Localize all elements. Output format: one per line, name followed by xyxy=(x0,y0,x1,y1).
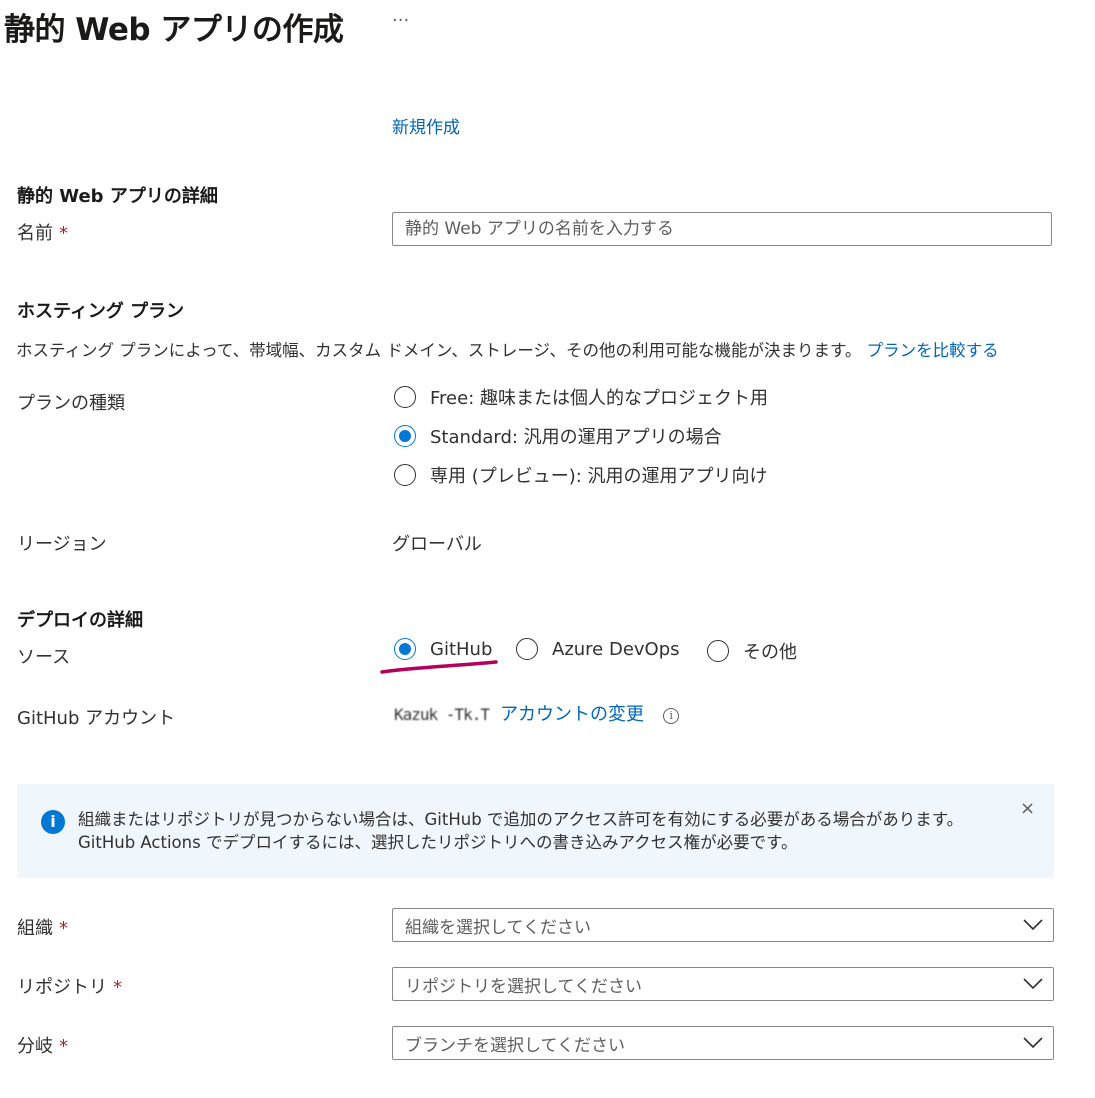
hosting-heading: ホスティング プラン xyxy=(17,301,185,322)
underline-annotation xyxy=(380,660,498,674)
required-mark: * xyxy=(59,1036,68,1057)
source-option-azure-devops[interactable]: Azure DevOps xyxy=(516,638,680,660)
more-options-button[interactable]: ··· xyxy=(392,10,409,31)
info-circle-icon[interactable]: i xyxy=(663,707,680,724)
org-label-text: 組織 xyxy=(17,918,53,939)
change-account-link[interactable]: アカウントの変更 xyxy=(500,704,644,725)
info-banner-text: 組織またはリポジトリが見つからない場合は、GitHub で追加のアクセス許可を有… xyxy=(78,810,964,852)
info-banner: i 組織またはリポジトリが見つからない場合は、GitHub で追加のアクセス許可… xyxy=(17,784,1054,878)
name-input[interactable] xyxy=(392,212,1052,246)
chevron-down-icon xyxy=(1023,978,1043,990)
github-account-label: GitHub アカウント xyxy=(17,708,176,729)
chevron-down-icon xyxy=(1023,919,1043,931)
github-account-row: Kazuk -Tk.T アカウントの変更 i xyxy=(394,700,680,726)
region-value: グローバル xyxy=(392,534,482,555)
branch-dropdown[interactable]: ブランチを選択してください xyxy=(392,1026,1054,1060)
hosting-description-text: ホスティング プランによって、帯域幅、カスタム ドメイン、ストレージ、その他の利… xyxy=(16,341,862,360)
plan-option-label: Standard: 汎用の運用アプリの場合 xyxy=(430,427,722,448)
close-icon[interactable]: × xyxy=(1020,798,1035,819)
radio-standard[interactable] xyxy=(394,425,416,447)
source-label: ソース xyxy=(17,647,71,668)
page-title: 静的 Web アプリの作成 xyxy=(4,12,344,48)
plan-option-label: Free: 趣味または個人的なプロジェクト用 xyxy=(430,388,768,409)
create-new-link[interactable]: 新規作成 xyxy=(392,113,460,138)
repo-label-text: リポジトリ xyxy=(17,977,107,998)
required-mark: * xyxy=(113,977,122,998)
radio-azure-devops[interactable] xyxy=(516,638,538,660)
plan-option-free[interactable]: Free: 趣味または個人的なプロジェクト用 xyxy=(394,384,768,410)
plan-option-dedicated[interactable]: 専用 (プレビュー): 汎用の運用アプリ向け xyxy=(394,462,768,488)
plan-option-label: 専用 (プレビュー): 汎用の運用アプリ向け xyxy=(430,466,768,487)
source-option-label: Azure DevOps xyxy=(552,638,680,660)
repo-placeholder: リポジトリを選択してください xyxy=(405,976,642,997)
org-label: 組織 * xyxy=(17,914,68,940)
source-option-label: その他 xyxy=(743,642,797,663)
plan-type-label: プランの種類 xyxy=(17,393,125,414)
deploy-heading: デプロイの詳細 xyxy=(17,610,143,631)
radio-other[interactable] xyxy=(707,640,729,662)
org-dropdown[interactable]: 組織を選択してください xyxy=(392,908,1054,942)
repo-dropdown[interactable]: リポジトリを選択してください xyxy=(392,967,1054,1001)
source-option-other[interactable]: その他 xyxy=(707,638,797,664)
plan-option-standard[interactable]: Standard: 汎用の運用アプリの場合 xyxy=(394,423,722,449)
compare-plans-link[interactable]: プランを比較する xyxy=(867,341,999,360)
required-mark: * xyxy=(59,223,68,244)
branch-label-text: 分岐 xyxy=(17,1036,53,1057)
repo-label: リポジトリ * xyxy=(17,973,122,999)
github-account-name: Kazuk -Tk.T xyxy=(394,705,490,724)
required-mark: * xyxy=(59,918,68,939)
info-icon: i xyxy=(41,810,65,834)
name-label-text: 名前 xyxy=(17,223,53,244)
radio-free[interactable] xyxy=(394,386,416,408)
branch-placeholder: ブランチを選択してください xyxy=(405,1035,625,1056)
chevron-down-icon xyxy=(1023,1037,1043,1049)
region-label: リージョン xyxy=(17,534,107,555)
details-heading: 静的 Web アプリの詳細 xyxy=(17,186,218,207)
branch-label: 分岐 * xyxy=(17,1032,68,1058)
hosting-description: ホスティング プランによって、帯域幅、カスタム ドメイン、ストレージ、その他の利… xyxy=(16,337,999,361)
radio-dedicated[interactable] xyxy=(394,464,416,486)
org-placeholder: 組織を選択してください xyxy=(405,917,591,938)
name-label: 名前 * xyxy=(17,219,68,245)
